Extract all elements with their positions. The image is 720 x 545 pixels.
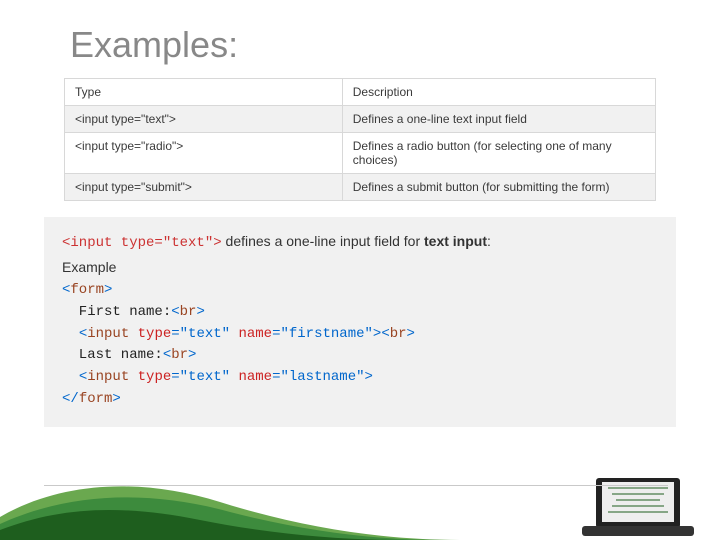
table-row: <input type="radio"> Defines a radio but…: [65, 133, 656, 174]
examples-table: Type Description <input type="text"> Def…: [64, 78, 656, 201]
intro-code-fragment: <input type="text">: [62, 235, 222, 251]
table-cell-desc: Defines a radio button (for selecting on…: [342, 133, 655, 174]
example-label: Example: [62, 257, 658, 279]
page-title: Examples:: [0, 0, 720, 78]
code-block: <form> First name:<br> <input type="text…: [62, 280, 658, 410]
table-cell-type: <input type="text">: [65, 106, 343, 133]
laptop-icon: [582, 478, 694, 536]
table-cell-type: <input type="radio">: [65, 133, 343, 174]
table-cell-desc: Defines a one-line text input field: [342, 106, 655, 133]
divider-line: [44, 485, 668, 486]
table-row: <input type="text"> Defines a one-line t…: [65, 106, 656, 133]
code-example-box: <input type="text"> defines a one-line i…: [44, 217, 676, 427]
green-wave-icon: [0, 462, 720, 540]
table-cell-desc: Defines a submit button (for submitting …: [342, 174, 655, 201]
slide-decoration: [0, 462, 720, 540]
table-header-type: Type: [65, 79, 343, 106]
table-row: <input type="submit"> Defines a submit b…: [65, 174, 656, 201]
table-cell-type: <input type="submit">: [65, 174, 343, 201]
table-header-description: Description: [342, 79, 655, 106]
example-intro: <input type="text"> defines a one-line i…: [62, 231, 658, 255]
